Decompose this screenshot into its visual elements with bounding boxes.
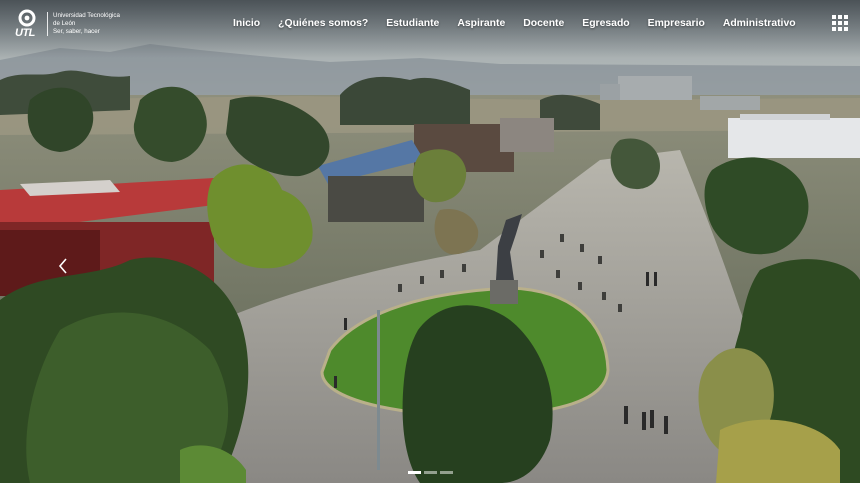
nav-item-estudiante[interactable]: Estudiante [386, 18, 439, 29]
nav-item-empresario[interactable]: Empresario [648, 18, 705, 29]
carousel-prev-button[interactable] [56, 257, 70, 275]
nav-item-egresado[interactable]: Egresado [582, 18, 629, 29]
nav-item-administrativo[interactable]: Administrativo [723, 18, 796, 29]
nav-item-aspirante[interactable]: Aspirante [457, 18, 505, 29]
utl-logo-icon: UTL [15, 9, 43, 39]
institution-tagline: Ser, saber, hacer [53, 28, 100, 35]
nav-item-docente[interactable]: Docente [523, 18, 564, 29]
carousel-indicators [408, 471, 453, 474]
campus-aerial-photo [0, 0, 860, 483]
institution-name: Universidad Tecnológica de León Ser, sab… [47, 12, 120, 36]
institution-name-line1: Universidad Tecnológica [53, 12, 120, 19]
nav-item-inicio[interactable]: Inicio [233, 18, 260, 29]
carousel-dot-3[interactable] [440, 471, 453, 474]
nav-item-quienes-somos[interactable]: ¿Quiénes somos? [278, 18, 368, 29]
carousel-dot-2[interactable] [424, 471, 437, 474]
chevron-left-icon [58, 258, 67, 274]
site-logo[interactable]: UTL Universidad Tecnológica de León Ser,… [15, 9, 120, 39]
carousel-dot-1[interactable] [408, 471, 421, 474]
grid-menu-icon[interactable] [832, 15, 848, 31]
institution-name-line2: de León [53, 20, 76, 27]
hero-image [0, 0, 860, 483]
logo-wordmark: UTL [15, 27, 35, 39]
main-navigation: Inicio ¿Quiénes somos? Estudiante Aspira… [224, 15, 805, 31]
